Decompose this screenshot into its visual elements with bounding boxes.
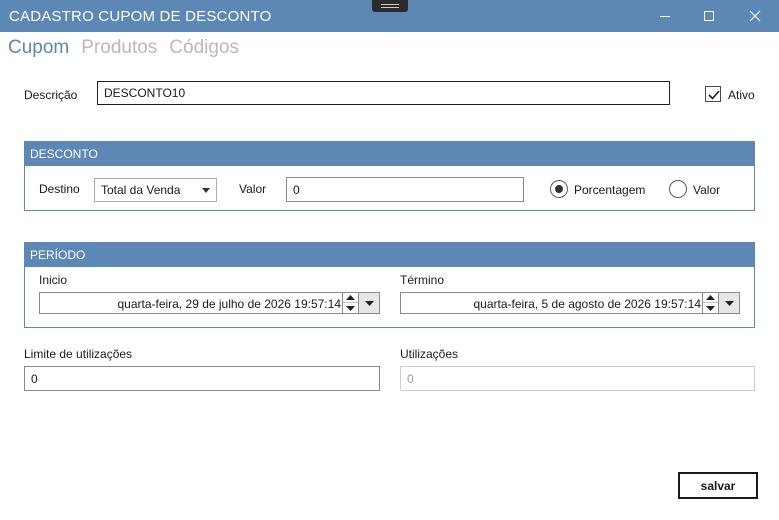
inicio-datetime-picker[interactable]: quarta-feira, 29 de julho de 2026 19:57:… — [39, 292, 380, 314]
valor-label: Valor — [239, 182, 267, 196]
termino-spinner — [702, 293, 719, 313]
ativo-checkbox[interactable] — [705, 86, 721, 102]
porcentagem-label: Porcentagem — [574, 183, 646, 197]
maximize-button[interactable] — [687, 0, 731, 32]
minimize-button[interactable] — [643, 0, 687, 32]
spin-down-button[interactable] — [703, 303, 718, 313]
tab-cupom[interactable]: Cupom — [8, 37, 69, 61]
tab-codigos[interactable]: Códigos — [169, 37, 239, 61]
spin-down-icon — [346, 305, 355, 311]
limite-input[interactable]: 0 — [24, 366, 380, 391]
valor-radio[interactable] — [669, 180, 687, 198]
chevron-down-icon — [202, 187, 210, 193]
tab-bar: Cupom Produtos Códigos — [8, 37, 239, 61]
ativo-label: Ativo — [728, 88, 755, 102]
valor-input[interactable]: 0 — [286, 177, 524, 202]
close-icon — [749, 10, 761, 22]
valor-value: 0 — [293, 182, 300, 197]
tab-produtos[interactable]: Produtos — [81, 37, 157, 61]
termino-datetime-picker[interactable]: quarta-feira, 5 de agosto de 2026 19:57:… — [400, 292, 740, 314]
desconto-header: DESCONTO — [25, 142, 754, 166]
destino-label: Destino — [39, 182, 80, 196]
periodo-header: PERÍODO — [25, 243, 754, 267]
porcentagem-radio[interactable] — [550, 180, 568, 198]
inicio-spinner — [342, 293, 359, 313]
termino-label: Término — [400, 273, 445, 287]
spin-up-button[interactable] — [703, 293, 718, 303]
checkmark-icon — [708, 90, 720, 100]
title-bar: CADASTRO CUPOM DE DESCONTO — [0, 0, 779, 32]
spin-up-icon — [706, 295, 715, 300]
spin-up-button[interactable] — [343, 293, 358, 303]
destino-value: Total da Venda — [101, 183, 181, 197]
close-button[interactable] — [733, 0, 777, 32]
utilizacoes-label: Utilizações — [400, 347, 459, 361]
valor-radio-label: Valor — [693, 183, 721, 197]
limite-value: 0 — [31, 371, 38, 386]
spin-down-icon — [706, 305, 715, 311]
spin-up-icon — [346, 295, 355, 300]
spin-down-button[interactable] — [343, 303, 358, 313]
save-button[interactable]: salvar — [678, 472, 758, 499]
descricao-label: Descrição — [24, 88, 78, 102]
minimize-icon — [660, 16, 670, 17]
destino-select[interactable]: Total da Venda — [94, 178, 217, 202]
termino-value: quarta-feira, 5 de agosto de 2026 19:57:… — [473, 297, 701, 311]
inicio-label: Inicio — [39, 273, 68, 287]
periodo-group: PERÍODO — [24, 242, 755, 328]
descricao-input[interactable]: DESCONTO10 — [97, 81, 670, 105]
inicio-value: quarta-feira, 29 de julho de 2026 19:57:… — [117, 297, 341, 311]
descricao-value: DESCONTO10 — [104, 86, 186, 100]
utilizacoes-input: 0 — [400, 366, 755, 391]
chevron-down-icon — [724, 300, 734, 306]
chevron-down-icon — [364, 300, 374, 306]
drag-grip-icon[interactable] — [372, 0, 408, 12]
inicio-dropdown-button[interactable] — [359, 293, 379, 313]
maximize-icon — [704, 11, 714, 21]
window-title: CADASTRO CUPOM DE DESCONTO — [9, 8, 272, 25]
termino-dropdown-button[interactable] — [719, 293, 739, 313]
utilizacoes-value: 0 — [407, 371, 414, 386]
limite-label: Limite de utilizações — [24, 347, 133, 361]
